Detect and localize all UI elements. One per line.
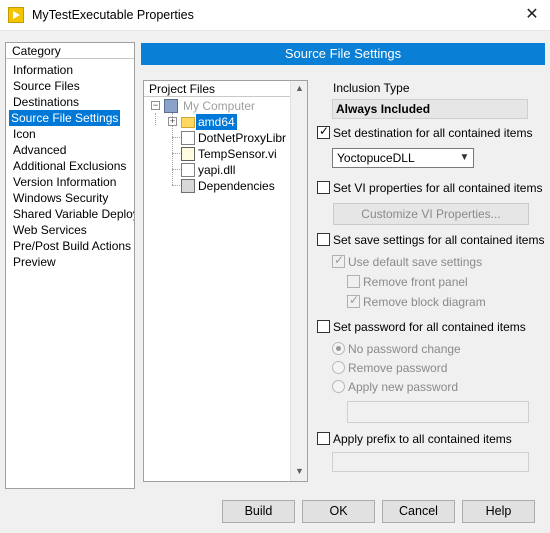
dll-file-icon bbox=[181, 163, 195, 177]
category-item-advanced[interactable]: Advanced bbox=[11, 142, 68, 158]
remove-block-diagram-checkbox[interactable] bbox=[347, 293, 360, 308]
set-password-label[interactable]: Set password for all contained items bbox=[333, 320, 526, 334]
tree-label-yapi-dll: yapi.dll bbox=[198, 163, 236, 177]
category-item-windows-security[interactable]: Windows Security bbox=[11, 190, 110, 206]
apply-prefix-label[interactable]: Apply prefix to all contained items bbox=[333, 432, 512, 446]
customize-vi-properties-button[interactable]: Customize VI Properties... bbox=[333, 203, 529, 225]
remove-front-panel-label[interactable]: Remove front panel bbox=[363, 275, 468, 289]
collapse-icon[interactable]: − bbox=[151, 101, 160, 110]
tree-node-dotnetproxylibr[interactable]: DotNetProxyLibr bbox=[144, 130, 290, 146]
destination-select[interactable]: YoctopuceDLL ▼ bbox=[332, 148, 474, 168]
set-destination-label[interactable]: Set destination for all contained items bbox=[333, 126, 532, 140]
tree-node-tempsensor-vi[interactable]: TempSensor.vi bbox=[144, 146, 290, 162]
scroll-down-icon[interactable]: ▼ bbox=[295, 466, 304, 476]
no-password-change-radio[interactable] bbox=[332, 342, 345, 355]
project-files-tree[interactable]: Project Files − My Computer + amd64 DotN… bbox=[143, 80, 308, 482]
no-password-change-label[interactable]: No password change bbox=[348, 342, 461, 356]
remove-password-radio[interactable] bbox=[332, 361, 345, 374]
destination-select-value: YoctopuceDLL bbox=[337, 151, 415, 165]
project-files-header: Project Files bbox=[144, 81, 290, 97]
tree-label-dependencies: Dependencies bbox=[198, 179, 275, 193]
category-item-shared-variable-deploy[interactable]: Shared Variable Deploy bbox=[11, 206, 134, 222]
set-save-settings-checkbox[interactable] bbox=[317, 233, 330, 246]
cancel-button[interactable]: Cancel bbox=[382, 500, 455, 523]
use-default-save-checkbox[interactable] bbox=[332, 253, 345, 268]
tree-node-my-computer[interactable]: − My Computer bbox=[144, 98, 290, 114]
set-vi-properties-label[interactable]: Set VI properties for all contained item… bbox=[333, 181, 542, 195]
tree-node-yapi-dll[interactable]: yapi.dll bbox=[144, 162, 290, 178]
category-item-icon[interactable]: Icon bbox=[11, 126, 38, 142]
ok-button[interactable]: OK bbox=[302, 500, 375, 523]
category-item-information[interactable]: Information bbox=[11, 62, 75, 78]
category-list[interactable]: Category Information Source Files Destin… bbox=[5, 42, 135, 489]
inclusion-type-value: Always Included bbox=[332, 99, 528, 119]
tree-label-tempsensor-vi: TempSensor.vi bbox=[198, 147, 277, 161]
title-bar: MyTestExecutable Properties ✕ bbox=[0, 0, 550, 31]
tree-label-my-computer: My Computer bbox=[183, 99, 256, 113]
new-password-input[interactable] bbox=[347, 401, 529, 423]
category-item-web-services[interactable]: Web Services bbox=[11, 222, 89, 238]
close-icon[interactable]: ✕ bbox=[520, 4, 544, 26]
folder-icon bbox=[181, 117, 195, 128]
tree-label-amd64: amd64 bbox=[196, 114, 237, 130]
category-item-version-information[interactable]: Version Information bbox=[11, 174, 118, 190]
prefix-input[interactable] bbox=[332, 452, 529, 472]
tree-scrollbar[interactable]: ▲ ▼ bbox=[290, 81, 307, 481]
scroll-up-icon[interactable]: ▲ bbox=[295, 83, 304, 93]
use-default-save-label[interactable]: Use default save settings bbox=[348, 255, 482, 269]
apply-new-password-radio[interactable] bbox=[332, 380, 345, 393]
library-file-icon bbox=[181, 131, 195, 145]
page-title-banner: Source File Settings bbox=[141, 43, 545, 65]
remove-front-panel-checkbox[interactable] bbox=[347, 275, 360, 288]
category-item-pre-post-build-actions[interactable]: Pre/Post Build Actions bbox=[11, 238, 133, 254]
category-header: Category bbox=[6, 43, 134, 59]
category-item-additional-exclusions[interactable]: Additional Exclusions bbox=[11, 158, 128, 174]
set-destination-checkbox[interactable] bbox=[317, 124, 330, 139]
help-button[interactable]: Help bbox=[462, 500, 535, 523]
inclusion-type-label: Inclusion Type bbox=[333, 81, 410, 95]
chevron-down-icon: ▼ bbox=[459, 152, 470, 163]
category-item-preview[interactable]: Preview bbox=[11, 254, 58, 270]
remove-block-diagram-label[interactable]: Remove block diagram bbox=[363, 295, 486, 309]
set-password-checkbox[interactable] bbox=[317, 320, 330, 333]
remove-password-label[interactable]: Remove password bbox=[348, 361, 447, 375]
category-item-source-files[interactable]: Source Files bbox=[11, 78, 82, 94]
apply-new-password-label[interactable]: Apply new password bbox=[348, 380, 458, 394]
set-save-settings-label[interactable]: Set save settings for all contained item… bbox=[333, 233, 544, 247]
category-item-destinations[interactable]: Destinations bbox=[11, 94, 81, 110]
apply-prefix-checkbox[interactable] bbox=[317, 432, 330, 445]
set-vi-properties-checkbox[interactable] bbox=[317, 181, 330, 194]
dependencies-icon bbox=[181, 179, 195, 193]
computer-icon bbox=[164, 99, 178, 113]
vi-file-icon bbox=[181, 147, 195, 161]
category-item-source-file-settings[interactable]: Source File Settings bbox=[9, 110, 121, 126]
tree-label-dotnetproxylibr: DotNetProxyLibr bbox=[198, 131, 287, 145]
tree-node-amd64[interactable]: + amd64 bbox=[144, 114, 290, 130]
expand-icon[interactable]: + bbox=[168, 117, 177, 126]
window-title: MyTestExecutable Properties bbox=[32, 8, 194, 22]
build-button[interactable]: Build bbox=[222, 500, 295, 523]
tree-node-dependencies[interactable]: Dependencies bbox=[144, 178, 290, 194]
app-icon bbox=[8, 7, 24, 23]
